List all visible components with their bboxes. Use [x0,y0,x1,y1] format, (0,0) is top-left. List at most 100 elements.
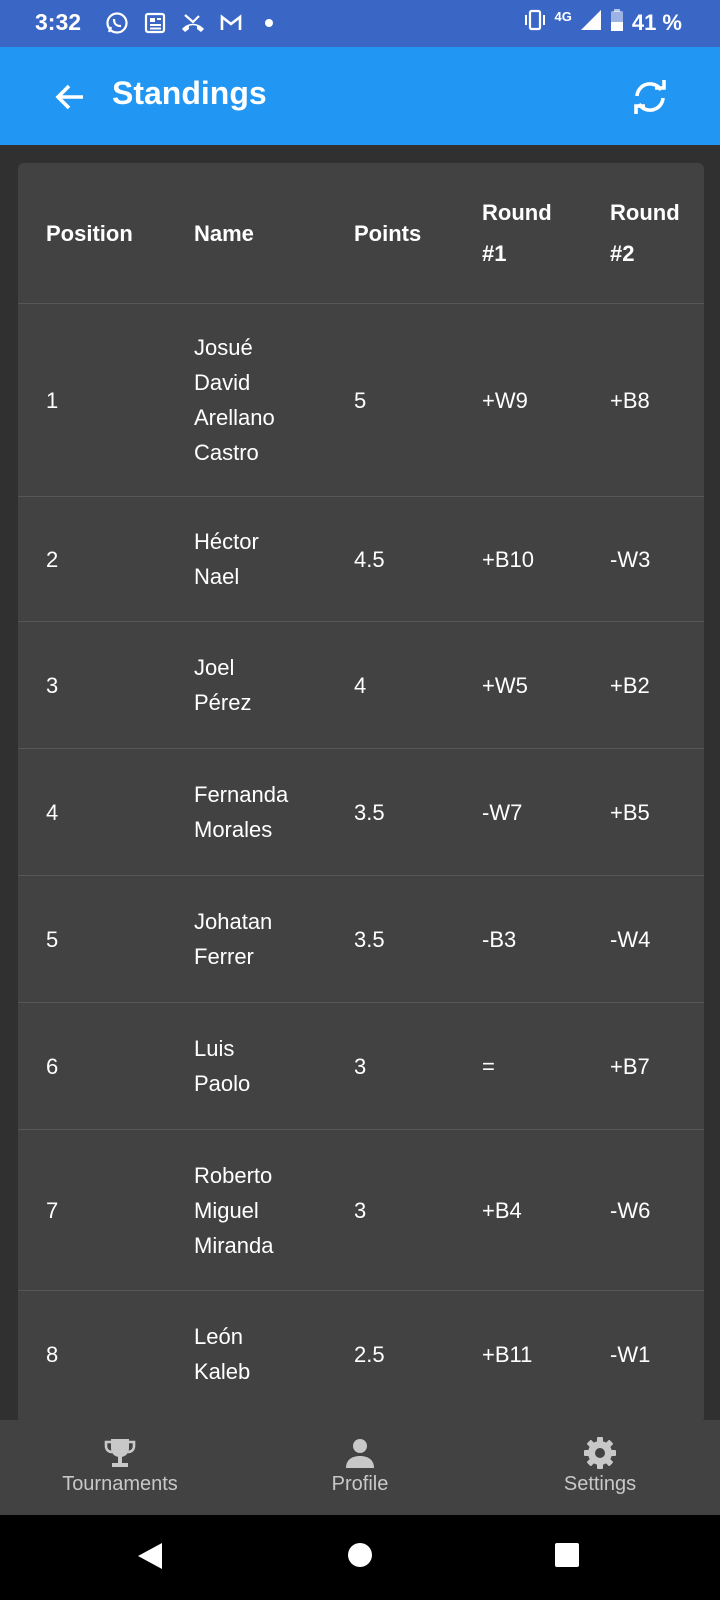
refresh-button[interactable] [628,75,672,119]
table-row[interactable]: 8 León Kaleb 2.5 +B11 -W1 [18,1290,704,1418]
name-part: Miguel [194,1197,259,1223]
header-round-2-line1: Round [610,200,680,225]
name-part: Fernanda [194,782,289,807]
name-part: Johatan [194,909,273,934]
table-row[interactable]: 5 Johatan Ferrer 3.5 -B3 -W4 [18,875,704,1003]
cell-name: Josué David Arellano Castro [194,304,354,497]
standings-card: Position Name Points Round #1 Round #2 1… [18,163,704,1423]
back-button[interactable] [50,77,90,117]
cell-points: 4.5 [354,546,385,572]
whatsapp-icon [104,10,130,36]
cell-points: 2.5 [354,1341,385,1367]
table-header-row: Position Name Points Round #1 Round #2 [18,163,704,304]
header-round-2[interactable]: Round #2 [610,163,704,304]
gear-icon [584,1437,616,1469]
cell-round-2: -W1 [610,1341,651,1367]
cell-round-1: +B11 [482,1341,533,1367]
cell-round-1: -B3 [482,926,517,952]
name-part: Paolo [194,1071,251,1096]
standings-table: Position Name Points Round #1 Round #2 1… [18,163,704,1418]
nav-settings[interactable]: Settings [480,1420,720,1515]
cell-round-2: -W6 [610,1197,651,1223]
cell-points: 5 [354,387,367,413]
sync-icon [634,80,666,114]
circle-home-icon [348,1543,372,1567]
cell-position: 2 [46,546,59,572]
table-row[interactable]: 6 Luis Paolo 3 = +B7 [18,1002,704,1130]
cell-name: Héctor Nael [194,497,354,622]
status-time: 3:32 [35,9,82,35]
app-bar: Standings [0,47,720,145]
person-icon [346,1439,374,1468]
header-points[interactable]: Points [354,163,482,304]
cell-round-2: -W3 [610,546,651,572]
header-round-2-line2: #2 [610,241,635,266]
cell-round-2: +B8 [610,387,650,413]
nav-tournaments-label: Tournaments [62,1473,178,1495]
name-part: Arellano [194,405,275,430]
network-type: 4G [554,8,572,24]
cell-round-2: -W4 [610,926,651,952]
table-row[interactable]: 4 Fernanda Morales 3.5 -W7 +B5 [18,748,704,876]
cell-position: 7 [46,1197,59,1223]
cell-round-1: -W7 [482,799,523,825]
cell-round-2: +B7 [610,1053,650,1079]
cell-position: 4 [46,799,59,825]
arrow-back-icon [55,84,83,110]
name-part: Josué [194,335,253,360]
system-recents-button[interactable] [554,1542,580,1573]
cell-points: 3 [354,1053,367,1079]
name-part: Kaleb [194,1359,251,1385]
header-position[interactable]: Position [18,163,194,304]
cell-round-1: +B10 [482,546,534,572]
name-part: Pérez [194,690,252,715]
page-title: Standings [112,75,267,111]
system-nav-bar [0,1515,720,1600]
missed-call-icon [180,10,206,36]
name-part: Castro [194,440,259,465]
vibrate-icon [523,9,547,37]
system-home-button[interactable] [347,1542,373,1573]
cell-position: 3 [46,672,59,698]
table-row[interactable]: 7 Roberto Miguel Miranda 3 +B4 -W6 [18,1129,704,1291]
header-name[interactable]: Name [194,163,354,304]
cell-name: Johatan Ferrer [194,876,354,1003]
name-part: Ferrer [194,944,254,969]
header-round-1-line1: Round [482,200,552,225]
cell-position: 1 [46,387,59,413]
cell-points: 4 [354,672,367,698]
system-back-button[interactable] [136,1541,164,1576]
triangle-back-icon [138,1543,162,1569]
square-recents-icon [555,1543,579,1567]
name-part: Luis [194,1036,235,1061]
nav-tournaments[interactable]: Tournaments [0,1420,240,1515]
gmail-icon [218,10,244,36]
nav-profile-label: Profile [331,1473,389,1495]
table-row[interactable]: 1 Josué David Arellano Castro 5 +W9 +B8 [18,303,704,497]
name-part: Miranda [194,1232,274,1258]
header-round-1[interactable]: Round #1 [482,163,610,304]
cell-points: 3.5 [354,799,385,825]
cell-points: 3.5 [354,926,385,952]
name-part: David [194,370,251,395]
header-round-1-line2: #1 [482,241,507,266]
cell-round-1: +W5 [482,672,528,698]
name-part: Joel [194,655,235,680]
cell-name: León Kaleb [194,1291,354,1418]
status-right: 4G 41 % [523,8,682,37]
table-row[interactable]: 2 Héctor Nael 4.5 +B10 -W3 [18,496,704,622]
table-row[interactable]: 3 Joel Pérez 4 +W5 +B2 [18,621,704,749]
signal-icon [580,9,602,37]
cell-round-1: = [482,1053,495,1079]
nav-profile[interactable]: Profile [240,1420,480,1515]
name-part: Roberto [194,1162,273,1188]
battery-level: 41 % [631,10,682,35]
cell-name: Joel Pérez [194,622,354,749]
cell-round-2: +B5 [610,799,650,825]
cell-round-2: +B2 [610,672,650,698]
status-bar: 3:32 4G 41 % [0,0,720,47]
notification-icons [104,10,282,36]
name-part: Morales [194,817,273,842]
cell-name: Fernanda Morales [194,749,354,876]
cell-round-1: +W9 [482,387,528,413]
